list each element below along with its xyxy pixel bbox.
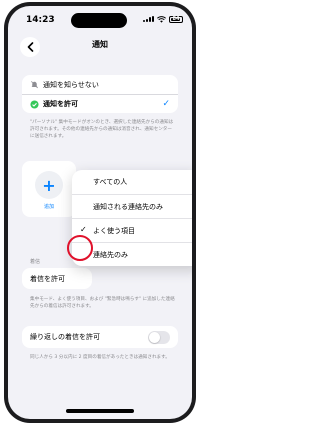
option-silence[interactable]: 通知を知らせない [22, 75, 178, 94]
add-contact-label: 追加 [43, 204, 54, 210]
highlight-circle [67, 235, 93, 261]
notification-options: 通知を知らせない 通知を許可 ✓ [22, 75, 178, 113]
repeat-calls-row: 繰り返しの着信を許可 [22, 326, 178, 348]
checkmark-icon: ✓ [80, 225, 87, 234]
option-allow[interactable]: 通知を許可 ✓ [22, 94, 178, 113]
selected-check-icon: ✓ [162, 99, 170, 109]
page-title: 通知 [92, 40, 108, 49]
menu-item-label: 連絡先のみ [93, 250, 128, 259]
phone-frame: 14:23 84 通知 通知を知らせない 通知を許可 ✓ "パーソナル" 集中モ… [4, 2, 196, 423]
add-contact-button[interactable]: + [35, 171, 63, 199]
allow-calls-button[interactable]: 着信を許可 [22, 268, 92, 289]
home-indicator [66, 409, 134, 413]
status-bar: 14:23 84 [8, 6, 192, 32]
battery-level: 84 [172, 16, 180, 22]
menu-item-favorites[interactable]: ✓ よく使う項目 [72, 218, 192, 242]
status-time: 14:23 [26, 15, 55, 25]
focus-description: "パーソナル" 集中モードがオンのとき、選択した連絡先からの通知は許可されます。… [30, 120, 174, 139]
menu-item-allowed-contacts[interactable]: 通知される連絡先のみ [72, 194, 192, 218]
battery-icon: 84 [169, 16, 183, 23]
menu-item-label: 通知される連絡先のみ [93, 202, 163, 211]
add-contact-card: + 追加 [22, 161, 76, 217]
repeat-calls-description: 同じ人から 3 分以内に 2 度目の着信があったときは通知されます。 [30, 355, 170, 360]
calls-description: 集中モード、よく使う項目、および "緊急時は鳴らす" に追加した連絡先からの着信… [30, 297, 175, 309]
option-silence-label: 通知を知らせない [43, 80, 99, 89]
menu-item-everyone[interactable]: すべての人 [72, 170, 192, 194]
menu-item-label: すべての人 [93, 178, 128, 186]
dynamic-island [71, 13, 127, 28]
allow-calls-label: 着信を許可 [30, 274, 65, 283]
screen: 14:23 84 通知 通知を知らせない 通知を許可 ✓ "パーソナル" 集中モ… [8, 6, 192, 419]
repeat-calls-label: 繰り返しの着信を許可 [30, 333, 100, 341]
menu-item-label: よく使う項目 [93, 226, 135, 235]
calls-section-label: 着信 [30, 259, 41, 265]
signal-icon [143, 16, 154, 22]
checkmark-circle-icon [30, 99, 39, 109]
wifi-icon [157, 16, 166, 23]
plus-icon: + [42, 175, 56, 195]
repeat-calls-toggle[interactable] [148, 331, 170, 344]
bell-slash-icon [30, 80, 39, 89]
option-allow-label: 通知を許可 [43, 100, 78, 108]
